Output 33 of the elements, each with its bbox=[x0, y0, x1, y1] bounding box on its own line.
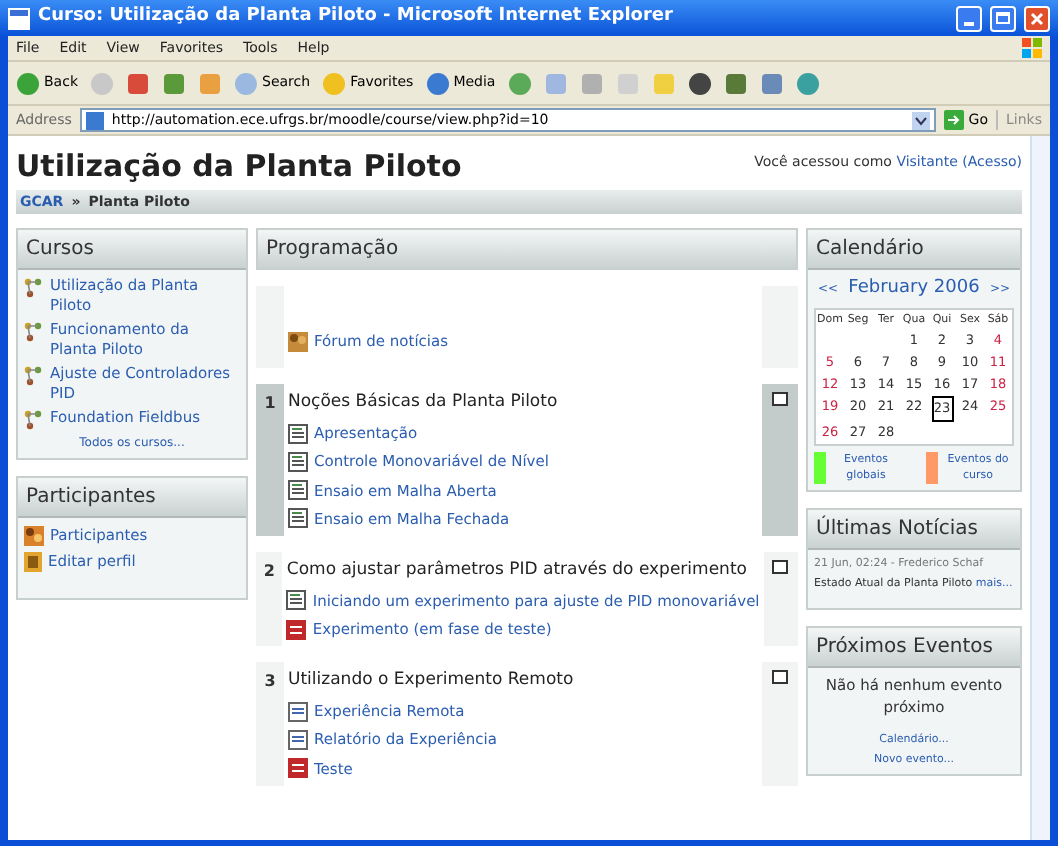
close-icon bbox=[1030, 11, 1044, 25]
schedule-header: Programação bbox=[256, 228, 798, 270]
minimize-button[interactable] bbox=[956, 5, 982, 31]
block-header: Participantes bbox=[18, 478, 246, 518]
profile-icon bbox=[24, 551, 42, 572]
section-number: 2 bbox=[263, 560, 275, 584]
section-title: Noções Básicas da Planta Piloto bbox=[288, 390, 560, 416]
section-title: Utilizando o Experimento Remoto bbox=[288, 668, 576, 694]
section-title: Como ajustar parâmetros PID através do experimento bbox=[286, 558, 749, 584]
section-number: 3 bbox=[264, 670, 276, 695]
section-number: 1 bbox=[264, 392, 276, 417]
course-icon bbox=[24, 366, 44, 386]
close-button[interactable] bbox=[1024, 5, 1050, 31]
block-header: Calendário bbox=[808, 230, 1020, 270]
highlight-toggle[interactable] bbox=[772, 670, 788, 685]
windows-logo-icon bbox=[1022, 38, 1042, 58]
month-title: February 2006 bbox=[848, 276, 980, 302]
people-icon bbox=[288, 331, 308, 352]
course-icon bbox=[24, 410, 44, 430]
dropdown-icon[interactable] bbox=[912, 111, 931, 129]
page-title: Utilização da Planta Piloto bbox=[16, 152, 462, 182]
maximize-button[interactable] bbox=[990, 5, 1016, 31]
browser-icon bbox=[8, 7, 30, 29]
course-icon bbox=[24, 322, 44, 342]
course-icon bbox=[24, 278, 44, 298]
scrollbar[interactable] bbox=[1030, 136, 1050, 840]
block-header: Próximos Eventos bbox=[808, 627, 1020, 668]
highlight-toggle[interactable] bbox=[772, 392, 788, 407]
people-icon bbox=[24, 525, 44, 546]
block-header: Cursos bbox=[18, 230, 246, 270]
block-header: Últimas Notícias bbox=[808, 510, 1020, 551]
window-title: Curso: Utilização da Planta Piloto - Microsoft Internet Explorer bbox=[38, 4, 675, 31]
highlight-toggle[interactable] bbox=[772, 560, 789, 574]
